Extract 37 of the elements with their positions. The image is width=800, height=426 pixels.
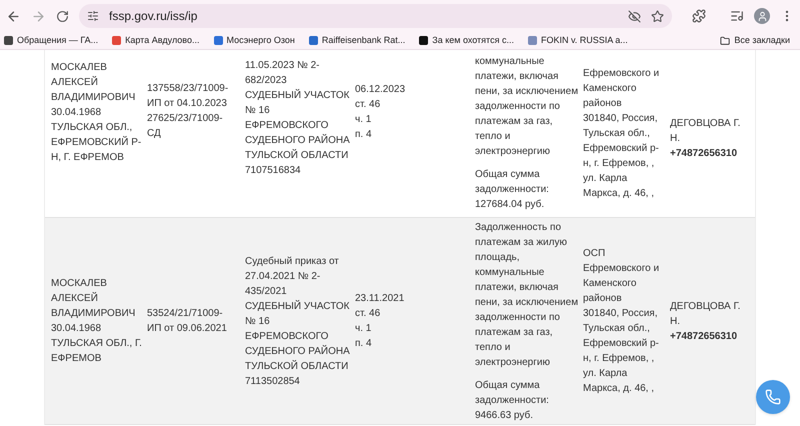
extensions-icon[interactable] (692, 9, 706, 23)
debtor-cell-text: МОСКАЛЕВ АЛЕКСЕЙ ВЛАДИМИРОВИЧ 30.04.1968 ТУЛЬСКАЯ ОБЛ., Г. ЕФРЕМОВ (51, 277, 143, 366)
officer-phone: +74872656310 (670, 147, 738, 161)
bookmark-link[interactable]: FOKIN v. RUSSIA a... (540, 34, 628, 48)
proceeding-cell-text: 137558/23/71009- ИП от 04.10.2023 27625/23/71009- СД (147, 82, 230, 141)
bookmark-link[interactable]: Raiffeisenbank Rat... (322, 34, 406, 48)
phone-icon (765, 389, 781, 405)
officer-name: ДЕГОВЦОВА Г. Н. (670, 300, 742, 328)
reload-icon[interactable] (56, 10, 69, 22)
debt-total: Общая сумма задолженности: 127684.04 руб. (475, 168, 550, 212)
officer-name: ДЕГОВЦОВА Г. Н. (670, 117, 742, 146)
document-cell-text: 11.05.2023 № 2- 682/2023 СУДЕБНЫЙ УЧАСТОК № 16 ЕФРЕМОВСКОГО СУДЕБНОГО РАЙОНА ТУЛЬСКОЙ ОБЛАСТИ 7107516834 (245, 59, 351, 178)
star-icon[interactable] (651, 10, 664, 22)
site-settings-icon[interactable] (87, 10, 99, 22)
bookmark-link[interactable]: Мосэнерго Озон (226, 34, 295, 48)
debt-total: Общая сумма задолженности: 9466.63 руб. (475, 378, 550, 422)
debt-subject-cell-text: Задолженность по платежам за жилую площадь, коммунальные платежи, включая пени, за исключением задолженности по платежам за газ, тепло и электроэнергию (475, 220, 580, 370)
media-icon[interactable] (730, 9, 744, 23)
end-reason-cell-text: 23.11.2021 ст. 46 ч. 1 п. 4 (355, 292, 406, 351)
bookmark-link[interactable]: За кем охотятся с... (432, 34, 514, 48)
address-bar[interactable]: fssp.gov.ru/iss/ip (79, 4, 672, 28)
back-icon[interactable] (6, 8, 21, 24)
profile-avatar[interactable] (754, 8, 770, 24)
debt-subject-cell-text: коммунальные платежи, включая пени, за исключением задолженности по платежам за газ, тепло и электроэнергию (475, 55, 580, 159)
department-cell-text: Ефремовского и Каменского районов 301840, Россия, Тульская обл., Ефремовский р- н, г. Ефремов, , ул. Карла Маркса, д. 46, , (583, 67, 660, 201)
department-cell-text: ОСП Ефремовского и Каменского районов 301840, Россия, Тульская обл., Ефремовский р- н, г. Ефремов, , ул. Карла Маркса, д. 46, , (583, 247, 660, 396)
eye-off-icon[interactable] (628, 10, 641, 22)
proceeding-cell-text: 53524/21/71009- ИП от 09.06.2021 (147, 307, 228, 336)
end-reason-cell-text: 06.12.2023 ст. 46 ч. 1 п. 4 (355, 83, 406, 142)
bookmark-link[interactable]: Обращения — ГА... (17, 34, 98, 48)
bookmark-link[interactable]: Карта Авдулово... (125, 34, 200, 48)
debtor-cell-text: МОСКАЛЕВ АЛЕКСЕЙ ВЛАДИМИРОВИЧ 30.04.1968 ТУЛЬСКАЯ ОБЛ., ЕФРЕМОВСКИЙ Р- Н, Г. ЕФРЕМОВ (51, 61, 142, 165)
all-bookmarks-link[interactable]: Все закладки (734, 34, 790, 48)
url-text: fssp.gov.ru/iss/ip (109, 8, 198, 25)
document-cell-text: Судебный приказ от 27.04.2021 № 2- 435/2021 СУДЕБНЫЙ УЧАСТОК № 16 ЕФРЕМОВСКОГО СУДЕБНОГО РАЙОНА ТУЛЬСКОЙ ОБЛАСТИ 7113502854 (245, 254, 351, 388)
officer-phone: +74872656310 (670, 330, 738, 344)
folder-icon (720, 36, 730, 46)
